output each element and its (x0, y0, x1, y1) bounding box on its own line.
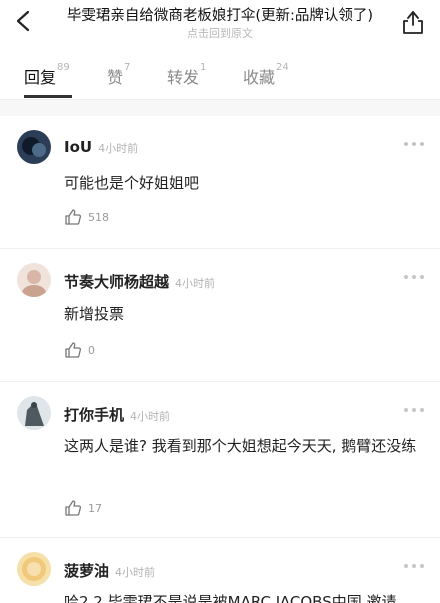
comment-item: 节奏大师杨超越 4小时前 新增投票 0 (0, 249, 440, 381)
share-button[interactable] (400, 8, 426, 36)
comment-author[interactable]: 菠萝油 4小时前 (64, 560, 155, 581)
comment-author[interactable]: IoU 4小时前 (64, 138, 138, 156)
avatar[interactable] (17, 552, 51, 586)
dot-icon (420, 142, 424, 146)
comment-author[interactable]: 打你手机 4小时前 (64, 404, 170, 425)
comment-time: 4小时前 (175, 277, 216, 290)
dot-icon (404, 408, 408, 412)
comment-text: 这两人是谁? 我看到那个大姐想起今天天, 鹅臂还没练 (64, 437, 417, 455)
thumbs-up-icon (65, 209, 82, 225)
dot-icon (420, 564, 424, 568)
like-button[interactable]: 0 (64, 341, 184, 361)
thumbs-up-icon (65, 342, 82, 358)
like-button[interactable]: 518 (64, 208, 184, 228)
tab-count: 89 (57, 62, 70, 73)
author-name: IoU (64, 138, 93, 156)
tab-count: 24 (276, 62, 289, 73)
dot-icon (412, 564, 416, 568)
thumbs-up-icon (65, 500, 82, 516)
tab-count: 1 (200, 62, 207, 73)
author-name: 菠萝油 (64, 562, 110, 580)
like-count: 518 (88, 211, 109, 224)
active-tab-indicator (24, 95, 72, 98)
comment-time: 4小时前 (115, 566, 156, 579)
author-name: 打你手机 (64, 406, 125, 424)
page-title: 毕雯珺亲自给微商老板娘打伞(更新:品牌认领了) (66, 8, 374, 24)
chevron-left-icon (16, 10, 30, 32)
tab-label: 收藏 (243, 68, 276, 87)
dot-icon (404, 275, 408, 279)
dot-icon (420, 275, 424, 279)
avatar[interactable] (17, 130, 51, 164)
avatar[interactable] (17, 263, 51, 297)
comment-item: IoU 4小时前 可能也是个好姐姐吧 518 (0, 116, 440, 248)
comment-time: 4小时前 (98, 142, 139, 155)
avatar-image (17, 396, 51, 430)
back-button[interactable] (10, 6, 40, 38)
more-options-button[interactable] (404, 275, 424, 281)
tab-bar: 回复89 赞7 转发1 收藏24 (0, 56, 440, 98)
tab-count: 7 (124, 62, 131, 73)
like-button[interactable]: 17 (64, 499, 184, 519)
dot-icon (412, 275, 416, 279)
comment-item: 菠萝油 4小时前 哈2 2 毕雯珺不是说是被MARC JACOBS中国 邀请 (0, 538, 440, 603)
top-bar: 毕雯珺亲自给微商老板娘打伞(更新:品牌认领了) 点击回到原文 (0, 0, 440, 46)
dot-icon (412, 408, 416, 412)
tab-label: 回复 (24, 68, 57, 87)
dot-icon (404, 142, 408, 146)
tab-label: 赞 (107, 68, 124, 87)
comment-text: 可能也是个好姐姐吧 (64, 174, 200, 192)
avatar-image (17, 130, 51, 164)
comment-author[interactable]: 节奏大师杨超越 4小时前 (64, 271, 215, 292)
share-icon (403, 11, 423, 34)
tab-likes[interactable]: 赞7 (107, 62, 131, 88)
tab-replies[interactable]: 回复89 (24, 62, 70, 88)
dot-icon (420, 408, 424, 412)
like-count: 0 (88, 344, 95, 357)
comment-time: 4小时前 (130, 410, 171, 423)
dot-icon (404, 564, 408, 568)
avatar-image (17, 552, 51, 586)
tab-favorites[interactable]: 收藏24 (243, 62, 289, 88)
tab-reposts[interactable]: 转发1 (167, 62, 207, 88)
more-options-button[interactable] (404, 142, 424, 148)
author-name: 节奏大师杨超越 (64, 273, 170, 291)
comment-text: 新增投票 (64, 305, 125, 323)
dot-icon (412, 142, 416, 146)
comment-item: 打你手机 4小时前 这两人是谁? 我看到那个大姐想起今天天, 鹅臂还没练 17 (0, 382, 440, 537)
more-options-button[interactable] (404, 408, 424, 414)
more-options-button[interactable] (404, 564, 424, 570)
comment-text: 哈2 2 毕雯珺不是说是被MARC JACOBS中国 邀请 (64, 593, 397, 603)
tab-label: 转发 (167, 68, 200, 87)
back-to-original-link[interactable]: 点击回到原文 (50, 25, 390, 41)
like-count: 17 (88, 502, 102, 515)
section-gap (0, 100, 440, 116)
avatar-image (17, 263, 51, 297)
avatar[interactable] (17, 396, 51, 430)
